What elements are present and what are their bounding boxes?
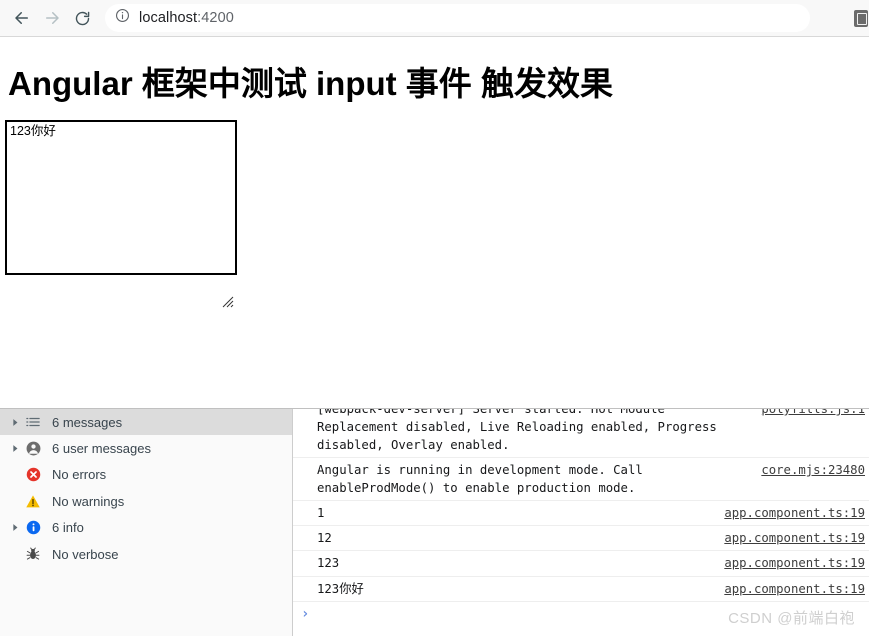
reload-icon	[74, 10, 91, 27]
bug-icon	[22, 547, 44, 561]
list-icon	[22, 415, 44, 429]
site-info-icon[interactable]	[115, 8, 130, 28]
page-content: Angular 框架中测试 input 事件 触发效果	[0, 38, 869, 408]
console-log-row[interactable]: Angular is running in development mode. …	[293, 458, 869, 502]
browser-toolbar: localhost:4200	[0, 0, 869, 37]
reload-button[interactable]	[67, 3, 97, 33]
console-filter-label: No errors	[52, 467, 107, 483]
console-filter-label: 6 user messages	[52, 441, 151, 457]
console-filter-label: No verbose	[52, 546, 119, 562]
person-icon	[22, 441, 44, 456]
input-textarea[interactable]	[5, 120, 237, 275]
resize-grip-icon[interactable]	[219, 293, 235, 309]
console-log-message: 12	[317, 531, 332, 546]
chevron-right-icon[interactable]	[8, 523, 22, 532]
url-port: :4200	[197, 10, 234, 26]
url-host: localhost	[139, 10, 198, 26]
console-log-source-link[interactable]: app.component.ts:19	[724, 554, 865, 572]
forward-button[interactable]	[37, 3, 67, 33]
url-text: localhost:4200	[139, 10, 234, 26]
warning-icon	[22, 494, 44, 509]
console-input-row[interactable]: ›	[293, 601, 869, 626]
console-filter-6-messages[interactable]: 6 messages	[0, 409, 292, 436]
console-log-source-link[interactable]: polyfills.js:1	[761, 409, 865, 418]
console-log-message: Angular is running in development mode. …	[317, 463, 651, 496]
chevron-right-icon[interactable]	[8, 418, 22, 427]
page-title: Angular 框架中测试 input 事件 触发效果	[8, 65, 613, 102]
console-filter-label: No warnings	[52, 493, 125, 509]
url-bar[interactable]: localhost:4200	[105, 4, 810, 32]
back-button[interactable]	[7, 3, 37, 33]
console-log-source-link[interactable]: app.component.ts:19	[724, 529, 865, 547]
console-log-row[interactable]: 123 app.component.ts:19	[293, 551, 869, 577]
error-icon	[22, 467, 44, 482]
console-log-message: 123你好	[317, 581, 364, 596]
extension-icon[interactable]	[854, 10, 868, 27]
console-output: [webpack-dev-server] Server started: Hot…	[293, 409, 869, 636]
console-log-source-link[interactable]: app.component.ts:19	[724, 504, 865, 522]
info-icon	[22, 520, 44, 535]
forward-arrow-icon	[43, 9, 61, 27]
console-filter-label: 6 info	[52, 520, 84, 536]
console-log-message: [webpack-dev-server] Server started: Hot…	[317, 409, 725, 453]
back-arrow-icon	[13, 9, 31, 27]
console-input[interactable]	[315, 606, 865, 623]
console-log-row[interactable]: 12 app.component.ts:19	[293, 526, 869, 552]
console-filter-6-info[interactable]: 6 info	[0, 515, 292, 541]
console-filter-no-warnings[interactable]: No warnings	[0, 488, 292, 514]
console-filter-label: 6 messages	[52, 414, 123, 430]
console-filter-6-user-messages[interactable]: 6 user messages	[0, 435, 292, 461]
console-filter-no-verbose[interactable]: No verbose	[0, 541, 292, 567]
console-filter-sidebar: 6 messages 6 user messages No errors No war…	[0, 409, 293, 636]
console-log-source-link[interactable]: app.component.ts:19	[724, 580, 865, 598]
console-filter-no-errors[interactable]: No errors	[0, 462, 292, 488]
console-log-message: 1	[317, 506, 325, 521]
console-log-row[interactable]: 123你好 app.component.ts:19	[293, 577, 869, 602]
console-log-row[interactable]: 1 app.component.ts:19	[293, 501, 869, 527]
devtools-console-panel: 6 messages 6 user messages No errors No war…	[0, 408, 869, 636]
chevron-right-icon[interactable]	[8, 444, 22, 453]
console-prompt-icon: ›	[301, 605, 310, 622]
console-log-message: 123	[317, 556, 340, 571]
console-log-source-link[interactable]: core.mjs:23480	[761, 461, 865, 479]
console-log-row[interactable]: [webpack-dev-server] Server started: Hot…	[293, 409, 869, 459]
